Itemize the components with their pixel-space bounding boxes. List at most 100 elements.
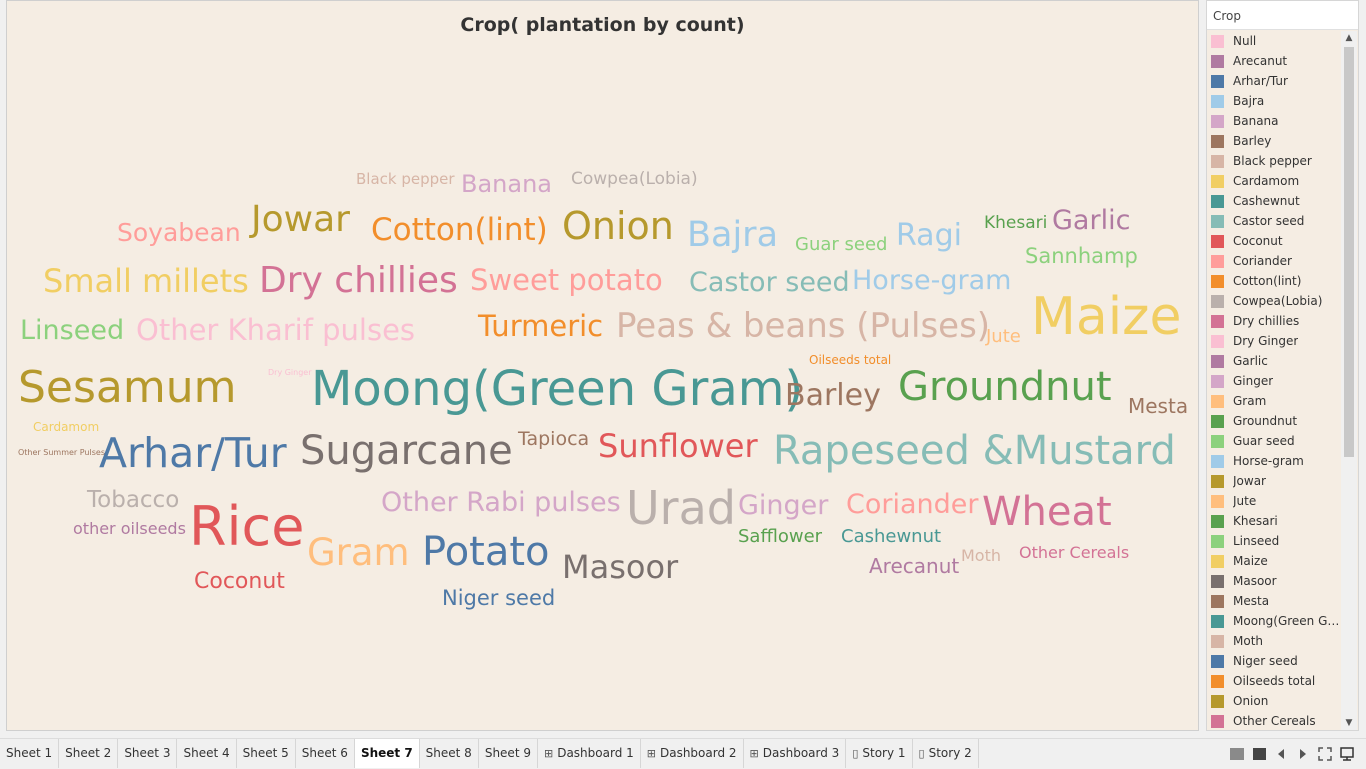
word-dry-chillies[interactable]: Dry chillies	[259, 263, 458, 299]
word-onion[interactable]: Onion	[562, 207, 674, 245]
word-black-pepper[interactable]: Black pepper	[356, 171, 455, 187]
word-maize[interactable]: Maize	[1031, 291, 1181, 343]
legend-item[interactable]: Moth	[1207, 631, 1340, 651]
word-other-oilseeds[interactable]: other oilseeds	[73, 521, 186, 537]
word-sannhamp[interactable]: Sannhamp	[1025, 245, 1138, 267]
word-rapeseed-mustard[interactable]: Rapeseed &Mustard	[773, 431, 1176, 471]
word-coriander[interactable]: Coriander	[846, 491, 978, 518]
tab-sheet-2[interactable]: Sheet 2	[59, 739, 119, 768]
legend-item[interactable]: Gram	[1207, 391, 1340, 411]
word-ragi[interactable]: Ragi	[896, 221, 962, 251]
legend-item[interactable]: Ginger	[1207, 371, 1340, 391]
legend-item[interactable]: Coconut	[1207, 231, 1340, 251]
legend-item[interactable]: Mesta	[1207, 591, 1340, 611]
tab-sheet-6[interactable]: Sheet 6	[296, 739, 355, 768]
word-cowpea-lobia[interactable]: Cowpea(Lobia)	[571, 170, 698, 188]
word-peas-beans-pulses[interactable]: Peas & beans (Pulses)	[616, 309, 990, 343]
legend-item[interactable]: Cotton(lint)	[1207, 271, 1340, 291]
tab-sheet-3[interactable]: Sheet 3	[118, 739, 178, 768]
tab-dashboard-2[interactable]: ⊞ Dashboard 2	[641, 739, 744, 768]
tab-sheet-4[interactable]: Sheet 4	[177, 739, 237, 768]
tab-sheet-5[interactable]: Sheet 5	[237, 739, 296, 768]
legend-item[interactable]: Null	[1207, 31, 1340, 51]
word-other-summer-pulses[interactable]: Other Summer Pulses	[18, 449, 105, 457]
legend-item[interactable]: Coriander	[1207, 251, 1340, 271]
legend-item[interactable]: Other Cereals	[1207, 711, 1340, 730]
word-banana[interactable]: Banana	[461, 172, 552, 196]
legend-item[interactable]: Khesari	[1207, 511, 1340, 531]
tab-sheet-9[interactable]: Sheet 9	[479, 739, 538, 768]
word-niger-seed[interactable]: Niger seed	[442, 587, 555, 609]
word-arhar-tur[interactable]: Arhar/Tur	[99, 432, 287, 474]
prev-sheet-icon[interactable]	[1270, 743, 1292, 765]
legend-item[interactable]: Dry chillies	[1207, 311, 1340, 331]
word-bajra[interactable]: Bajra	[687, 217, 778, 253]
legend-item[interactable]: Jowar	[1207, 471, 1340, 491]
word-mesta[interactable]: Mesta	[1128, 396, 1188, 416]
scroll-thumb[interactable]	[1344, 47, 1354, 457]
legend-item[interactable]: Linseed	[1207, 531, 1340, 551]
word-khesari[interactable]: Khesari	[984, 214, 1047, 232]
word-jowar[interactable]: Jowar	[251, 202, 350, 238]
legend-item[interactable]: Arecanut	[1207, 51, 1340, 71]
word-tapioca[interactable]: Tapioca	[518, 429, 589, 449]
legend-item[interactable]: Niger seed	[1207, 651, 1340, 671]
word-oilseeds-total[interactable]: Oilseeds total	[809, 354, 891, 366]
word-small-millets[interactable]: Small millets	[43, 265, 249, 297]
word-moong-green-gram[interactable]: Moong(Green Gram)	[311, 365, 803, 413]
word-masoor[interactable]: Masoor	[562, 551, 678, 583]
word-coconut[interactable]: Coconut	[194, 571, 285, 593]
filmstrip-icon[interactable]	[1248, 743, 1270, 765]
word-cardamom[interactable]: Cardamom	[33, 421, 99, 433]
legend-item[interactable]: Guar seed	[1207, 431, 1340, 451]
word-groundnut[interactable]: Groundnut	[898, 367, 1112, 407]
legend-item[interactable]: Banana	[1207, 111, 1340, 131]
scroll-up-icon[interactable]: ▲	[1341, 31, 1357, 45]
word-tobacco[interactable]: Tobacco	[87, 488, 179, 512]
sheet-sorter-icon[interactable]	[1226, 743, 1248, 765]
word-sunflower[interactable]: Sunflower	[598, 430, 758, 462]
word-linseed[interactable]: Linseed	[20, 317, 124, 344]
word-potato[interactable]: Potato	[422, 532, 550, 572]
legend-item[interactable]: Maize	[1207, 551, 1340, 571]
word-other-cereals[interactable]: Other Cereals	[1019, 545, 1129, 561]
word-sweet-potato[interactable]: Sweet potato	[470, 265, 663, 295]
word-cotton-lint[interactable]: Cotton(lint)	[371, 214, 548, 246]
word-ginger[interactable]: Ginger	[738, 492, 828, 519]
word-other-rabi-pulses[interactable]: Other Rabi pulses	[381, 489, 621, 516]
legend-item[interactable]: Cowpea(Lobia)	[1207, 291, 1340, 311]
word-castor-seed[interactable]: Castor seed	[689, 269, 850, 296]
legend-item[interactable]: Bajra	[1207, 91, 1340, 111]
word-soyabean[interactable]: Soyabean	[117, 220, 241, 245]
tab-story-1[interactable]: ▯ Story 1	[846, 739, 913, 768]
legend-item[interactable]: Barley	[1207, 131, 1340, 151]
legend-item[interactable]: Black pepper	[1207, 151, 1340, 171]
word-moth[interactable]: Moth	[961, 548, 1001, 564]
legend-item[interactable]: Moong(Green Gra..	[1207, 611, 1340, 631]
word-safflower[interactable]: Safflower	[738, 528, 822, 546]
legend-item[interactable]: Jute	[1207, 491, 1340, 511]
legend-item[interactable]: Groundnut	[1207, 411, 1340, 431]
word-rice[interactable]: Rice	[189, 500, 304, 554]
legend-item[interactable]: Cashewnut	[1207, 191, 1340, 211]
tab-story-2[interactable]: ▯ Story 2	[913, 739, 979, 768]
legend-item[interactable]: Arhar/Tur	[1207, 71, 1340, 91]
legend-item[interactable]: Dry Ginger	[1207, 331, 1340, 351]
word-guar-seed[interactable]: Guar seed	[795, 236, 887, 254]
word-horse-gram[interactable]: Horse-gram	[852, 267, 1011, 294]
next-sheet-icon[interactable]	[1292, 743, 1314, 765]
word-other-kharif-pulses[interactable]: Other Kharif pulses	[136, 315, 415, 345]
word-gram[interactable]: Gram	[307, 534, 410, 571]
legend-item[interactable]: Oilseeds total	[1207, 671, 1340, 691]
word-sesamum[interactable]: Sesamum	[18, 366, 237, 410]
legend-item[interactable]: Horse-gram	[1207, 451, 1340, 471]
legend-item[interactable]: Masoor	[1207, 571, 1340, 591]
word-barley[interactable]: Barley	[785, 381, 881, 411]
word-jute[interactable]: Jute	[986, 328, 1021, 346]
legend-item[interactable]: Castor seed	[1207, 211, 1340, 231]
word-arecanut[interactable]: Arecanut	[869, 556, 959, 576]
word-wheat[interactable]: Wheat	[982, 492, 1112, 532]
legend-item[interactable]: Garlic	[1207, 351, 1340, 371]
word-turmeric[interactable]: Turmeric	[478, 311, 603, 341]
word-dry-ginger[interactable]: Dry Ginger	[268, 369, 312, 377]
